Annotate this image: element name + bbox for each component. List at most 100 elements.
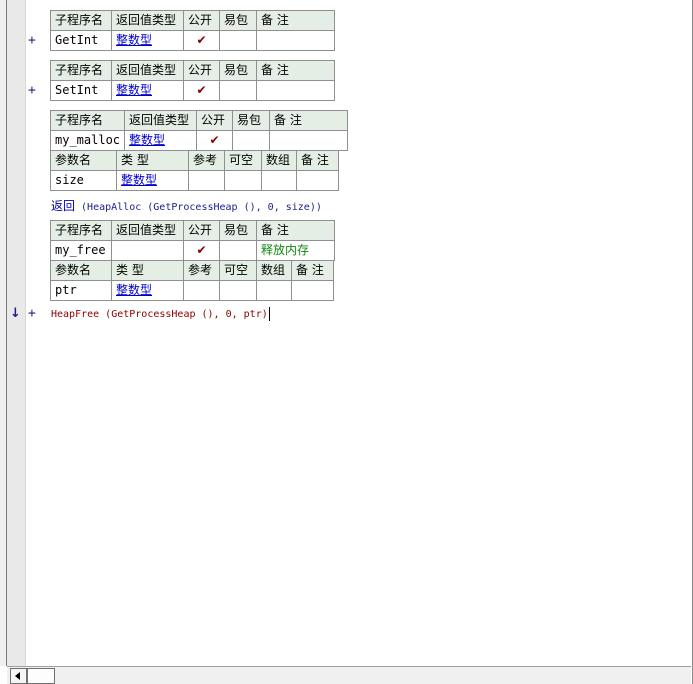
header-note: 备 注	[256, 220, 335, 241]
header-public: 公开	[183, 60, 220, 81]
param-name-cell[interactable]: ptr	[50, 280, 112, 301]
public-check-icon[interactable]: ✔	[196, 130, 234, 151]
heapfree-expression: HeapFree (GetProcessHeap (), 0, ptr)	[51, 309, 268, 320]
param-type-link[interactable]: 整数型	[116, 283, 152, 297]
header-ref: 参考	[183, 260, 220, 281]
header-return-type: 返回值类型	[111, 10, 184, 31]
easy-pkg-cell[interactable]	[219, 30, 257, 51]
param-row[interactable]: size 整数型	[50, 170, 339, 191]
header-return-type: 返回值类型	[124, 110, 198, 131]
expand-icon[interactable]: +	[28, 306, 36, 321]
procedure-header-row: 子程序名 返回值类型 公开 易包 备 注	[50, 220, 335, 241]
easy-pkg-cell[interactable]	[219, 240, 257, 261]
param-table: 参数名 类 型 参考 可空 数组 备 注 ptr 整数型	[50, 260, 334, 301]
header-param-note: 备 注	[291, 260, 334, 281]
header-param-note: 备 注	[296, 150, 339, 171]
public-check-icon[interactable]: ✔	[183, 30, 220, 51]
param-table: 参数名 类 型 参考 可空 数组 备 注 size 整数型	[50, 150, 339, 191]
proc-name-cell[interactable]: GetInt	[50, 30, 112, 51]
header-note: 备 注	[269, 110, 349, 131]
procedure-block-my-malloc: 子程序名 返回值类型 公开 易包 备 注 my_malloc 整数型 ✔ 参数名…	[49, 110, 349, 191]
header-param-type: 类 型	[111, 260, 184, 281]
scroll-left-arrow-icon[interactable]	[10, 668, 27, 684]
param-name-cell[interactable]: size	[50, 170, 117, 191]
header-easy-pkg: 易包	[219, 60, 257, 81]
header-return-type: 返回值类型	[111, 220, 184, 241]
header-array: 数组	[261, 150, 297, 171]
header-return-type: 返回值类型	[111, 60, 184, 81]
header-public: 公开	[183, 10, 220, 31]
param-header-row: 参数名 类 型 参考 可空 数组 备 注	[50, 150, 339, 171]
header-public: 公开	[196, 110, 234, 131]
header-ref: 参考	[188, 150, 225, 171]
procedure-row[interactable]: my_malloc 整数型 ✔	[49, 130, 349, 151]
param-type-link[interactable]: 整数型	[121, 173, 157, 187]
note-cell[interactable]: 释放内存	[256, 240, 335, 261]
note-cell[interactable]	[256, 80, 335, 101]
header-proc-name: 子程序名	[50, 220, 112, 241]
header-proc-name: 子程序名	[50, 60, 112, 81]
procedure-block-setint: 子程序名 返回值类型 公开 易包 备 注 SetInt 整数型 ✔	[50, 60, 335, 101]
param-ref-cell[interactable]	[183, 280, 220, 301]
horizontal-scrollbar[interactable]	[7, 666, 691, 684]
procedure-row[interactable]: GetInt 整数型 ✔	[50, 30, 335, 51]
return-type-link[interactable]: 整数型	[129, 133, 165, 147]
header-param-type: 类 型	[116, 150, 189, 171]
public-check-icon[interactable]: ✔	[183, 240, 220, 261]
header-param-name: 参数名	[50, 150, 117, 171]
note-cell[interactable]	[269, 130, 349, 151]
procedure-header-row: 子程序名 返回值类型 公开 易包 备 注	[50, 60, 335, 81]
header-nullable: 可空	[224, 150, 262, 171]
param-type-cell[interactable]: 整数型	[111, 280, 184, 301]
return-type-cell[interactable]: 整数型	[111, 80, 184, 101]
return-type-cell[interactable]: 整数型	[111, 30, 184, 51]
param-type-cell[interactable]: 整数型	[116, 170, 189, 191]
window-left-border	[0, 0, 7, 666]
procedure-table: 子程序名 返回值类型 公开 易包 备 注 my_free ✔ 释放内存	[50, 220, 335, 261]
return-type-cell[interactable]	[111, 240, 184, 261]
return-type-link[interactable]: 整数型	[116, 33, 152, 47]
current-line-arrow-icon: ↓	[10, 306, 21, 321]
note-cell[interactable]	[256, 30, 335, 51]
procedure-header-row: 子程序名 返回值类型 公开 易包 备 注	[49, 110, 349, 131]
param-ref-cell[interactable]	[188, 170, 225, 191]
param-nullable-cell[interactable]	[224, 170, 262, 191]
param-header-row: 参数名 类 型 参考 可空 数组 备 注	[50, 260, 334, 281]
public-check-icon[interactable]: ✔	[183, 80, 220, 101]
header-public: 公开	[183, 220, 220, 241]
text-caret	[268, 307, 270, 321]
code-line-heapfree[interactable]: HeapFree (GetProcessHeap (), 0, ptr)	[51, 307, 270, 321]
procedure-table: 子程序名 返回值类型 公开 易包 备 注 my_malloc 整数型 ✔	[49, 110, 349, 151]
procedure-block-my-free: 子程序名 返回值类型 公开 易包 备 注 my_free ✔ 释放内存 参数名 …	[50, 220, 335, 301]
easy-pkg-cell[interactable]	[232, 130, 271, 151]
header-easy-pkg: 易包	[232, 110, 271, 131]
param-row[interactable]: ptr 整数型	[50, 280, 334, 301]
param-nullable-cell[interactable]	[219, 280, 257, 301]
procedure-row[interactable]: my_free ✔ 释放内存	[50, 240, 335, 261]
code-line-return[interactable]: 返回 (HeapAlloc (GetProcessHeap (), 0, siz…	[51, 197, 322, 214]
header-param-name: 参数名	[50, 260, 112, 281]
param-note-cell[interactable]	[296, 170, 339, 191]
procedure-table: 子程序名 返回值类型 公开 易包 备 注 GetInt 整数型 ✔	[50, 10, 335, 51]
param-note-cell[interactable]	[291, 280, 334, 301]
procedure-row[interactable]: SetInt 整数型 ✔	[50, 80, 335, 101]
header-easy-pkg: 易包	[219, 220, 257, 241]
proc-name-cell[interactable]: SetInt	[50, 80, 112, 101]
param-array-cell[interactable]	[261, 170, 297, 191]
return-keyword: 返回	[51, 199, 76, 213]
procedure-table: 子程序名 返回值类型 公开 易包 备 注 SetInt 整数型 ✔	[50, 60, 335, 101]
expand-icon[interactable]: +	[28, 33, 36, 48]
return-type-link[interactable]: 整数型	[116, 83, 152, 97]
proc-name-cell[interactable]: my_free	[50, 240, 112, 261]
heapalloc-expression: (HeapAlloc (GetProcessHeap (), 0, size))	[75, 202, 322, 213]
return-type-cell[interactable]: 整数型	[124, 130, 198, 151]
proc-name-cell[interactable]: my_malloc	[49, 130, 126, 151]
scroll-thumb[interactable]	[27, 668, 55, 684]
gutter-divider	[25, 0, 26, 666]
expand-icon[interactable]: +	[28, 83, 36, 98]
header-proc-name: 子程序名	[50, 10, 112, 31]
easy-pkg-cell[interactable]	[219, 80, 257, 101]
param-array-cell[interactable]	[256, 280, 292, 301]
header-note: 备 注	[256, 60, 335, 81]
procedure-header-row: 子程序名 返回值类型 公开 易包 备 注	[50, 10, 335, 31]
